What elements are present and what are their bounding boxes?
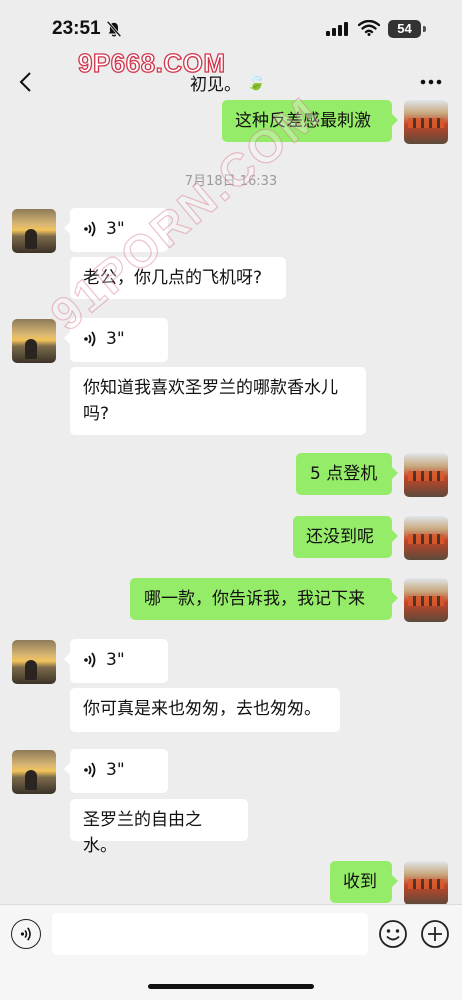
- signal-icon: [326, 22, 348, 36]
- back-button[interactable]: [10, 66, 40, 98]
- message-bubble-in[interactable]: 你可真是来也匆匆，去也匆匆。: [70, 688, 340, 732]
- voice-input-button[interactable]: [11, 919, 41, 949]
- emoji-icon[interactable]: [378, 919, 408, 949]
- voice-message[interactable]: 3": [64, 639, 168, 683]
- message-text: 这种反差感最刺激: [235, 111, 371, 131]
- message-text: 收到: [343, 872, 377, 892]
- message-bubble-out[interactable]: 哪一款，你告诉我，我记下来: [130, 578, 398, 620]
- message-input[interactable]: [52, 913, 368, 955]
- avatar-me[interactable]: [404, 578, 448, 622]
- voice-wave-icon: [84, 652, 96, 668]
- message-text: 哪一款，你告诉我，我记下来: [144, 589, 365, 609]
- chat-timestamp: 7月18日 16:33: [184, 174, 278, 189]
- voice-duration: 3": [106, 760, 125, 780]
- status-time: 23:51: [52, 18, 101, 39]
- voice-duration: 3": [106, 329, 125, 349]
- message-bubble-out[interactable]: 5 点登机: [296, 453, 398, 495]
- home-indicator: [148, 984, 314, 989]
- message-bubble-in[interactable]: 你知道我喜欢圣罗兰的哪款香水儿吗?: [70, 367, 366, 435]
- plus-icon[interactable]: [420, 919, 450, 949]
- chat-header: 初见。 🍃: [0, 60, 462, 104]
- leaf-emoji: 🍃: [246, 72, 266, 91]
- watermark-logo: 9P668.COM: [77, 47, 226, 78]
- chevron-left-icon: [19, 72, 31, 92]
- message-text: 还没到呢: [306, 527, 374, 547]
- avatar-contact[interactable]: [12, 209, 56, 253]
- wifi-icon: [358, 20, 380, 36]
- battery-tip: [423, 26, 426, 32]
- voice-wave-icon: [84, 221, 96, 237]
- message-text: 老公，你几点的飞机呀?: [83, 268, 263, 288]
- voice-duration: 3": [106, 219, 125, 239]
- avatar-contact[interactable]: [12, 319, 56, 363]
- message-text: 你可真是来也匆匆，去也匆匆。: [83, 699, 321, 719]
- voice-duration: 3": [106, 650, 125, 670]
- voice-wave-icon: [84, 762, 96, 778]
- avatar-me[interactable]: [404, 861, 448, 905]
- voice-message[interactable]: 3": [64, 318, 168, 362]
- message-bubble-in[interactable]: 老公，你几点的飞机呀?: [70, 257, 286, 299]
- avatar-me[interactable]: [404, 453, 448, 497]
- message-text: 5 点登机: [310, 464, 378, 484]
- voice-message[interactable]: 3": [64, 208, 168, 252]
- message-text: 圣罗兰的自由之水。: [83, 810, 202, 856]
- message-bubble-out[interactable]: 这种反差感最刺激: [222, 100, 398, 142]
- avatar-contact[interactable]: [12, 640, 56, 684]
- voice-input-icon: [20, 927, 31, 941]
- battery-indicator: 54: [388, 20, 421, 38]
- message-bubble-out[interactable]: 收到: [330, 861, 398, 903]
- message-text: 你知道我喜欢圣罗兰的哪款香水儿吗?: [83, 378, 338, 424]
- avatar-me[interactable]: [404, 516, 448, 560]
- avatar-me[interactable]: [404, 100, 448, 144]
- more-dots-icon[interactable]: [416, 70, 446, 94]
- message-bubble-in[interactable]: 圣罗兰的自由之水。: [70, 799, 248, 856]
- avatar-contact[interactable]: [12, 750, 56, 794]
- bell-muted-icon: [106, 20, 122, 38]
- voice-message[interactable]: 3": [64, 749, 168, 793]
- status-bar: 23:51 54: [0, 0, 462, 60]
- message-bubble-out[interactable]: 还没到呢: [293, 516, 398, 558]
- voice-wave-icon: [84, 331, 96, 347]
